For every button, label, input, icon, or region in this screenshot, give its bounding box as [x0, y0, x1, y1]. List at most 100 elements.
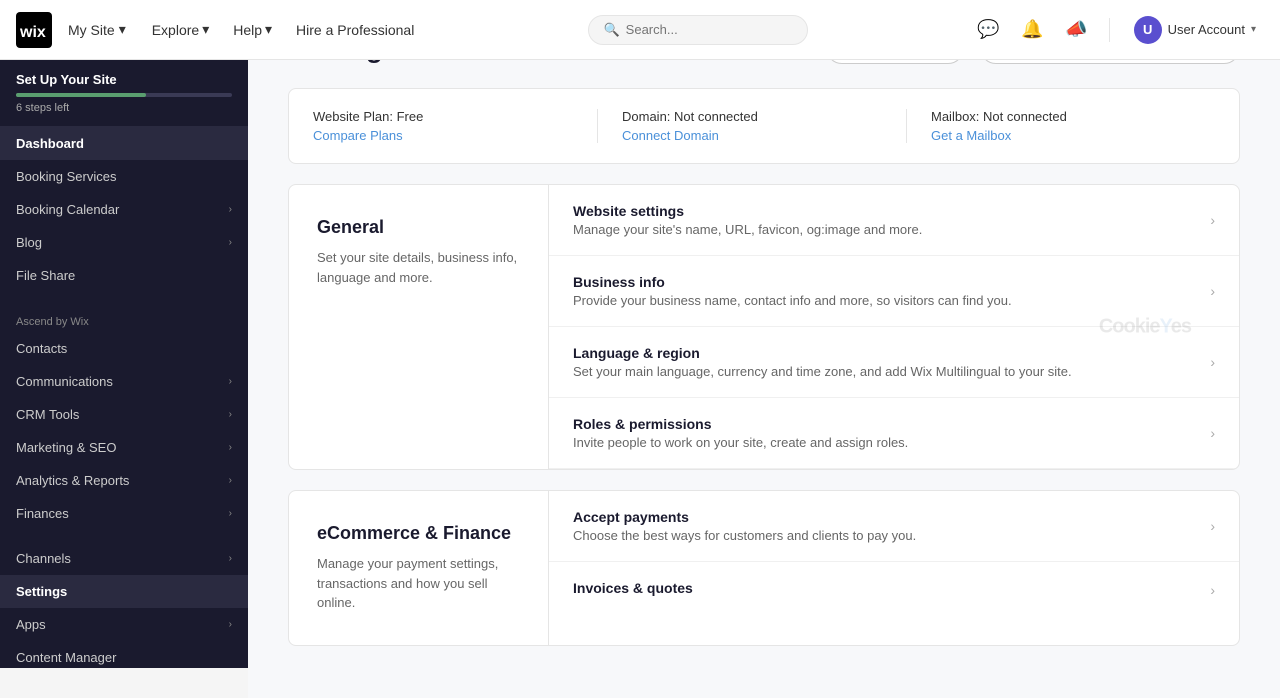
- global-search-input[interactable]: [626, 22, 794, 37]
- site-selector[interactable]: My Site ▾: [60, 17, 134, 42]
- avatar: U: [1134, 16, 1162, 44]
- sidebar-item-settings[interactable]: Settings: [0, 575, 248, 608]
- communications-chevron-icon: ›: [229, 376, 232, 387]
- booking-calendar-label: Booking Calendar: [16, 202, 119, 217]
- sidebar-item-crm-tools[interactable]: CRM Tools ›: [0, 398, 248, 431]
- sidebar-item-dashboard[interactable]: Dashboard: [0, 127, 248, 160]
- finances-label: Finances: [16, 506, 69, 521]
- business-info-chevron-icon: ›: [1210, 283, 1215, 299]
- crm-tools-label: CRM Tools: [16, 407, 79, 422]
- language-region-row[interactable]: Language & region Set your main language…: [549, 327, 1239, 398]
- sidebar-item-communications[interactable]: Communications ›: [0, 365, 248, 398]
- language-region-desc: Set your main language, currency and tim…: [573, 364, 1198, 379]
- general-section-right: Website settings Manage your site's name…: [549, 185, 1239, 469]
- blog-label: Blog: [16, 235, 42, 250]
- sidebar-item-content-manager[interactable]: Content Manager: [0, 641, 248, 668]
- setup-title: Set Up Your Site: [16, 72, 232, 87]
- booking-calendar-chevron-icon: ›: [229, 204, 232, 215]
- analytics-reports-label: Analytics & Reports: [16, 473, 129, 488]
- info-banner-mailbox: Mailbox: Not connected Get a Mailbox: [907, 109, 1215, 143]
- sidebar-item-analytics-reports[interactable]: Analytics & Reports ›: [0, 464, 248, 497]
- apps-label: Apps: [16, 617, 46, 632]
- contacts-label: Contacts: [16, 341, 67, 356]
- sidebar-item-marketing-seo[interactable]: Marketing & SEO ›: [0, 431, 248, 464]
- chat-icon-button[interactable]: 💬: [973, 14, 1005, 46]
- sidebar-item-booking-calendar[interactable]: Booking Calendar ›: [0, 193, 248, 226]
- website-settings-row[interactable]: Website settings Manage your site's name…: [549, 185, 1239, 256]
- sidebar-item-channels[interactable]: Channels ›: [0, 542, 248, 575]
- steps-left: 6 steps left: [16, 102, 232, 114]
- nav-hire[interactable]: Hire a Professional: [286, 16, 424, 44]
- finances-chevron-icon: ›: [229, 508, 232, 519]
- language-region-title: Language & region: [573, 345, 1198, 361]
- top-nav-items: Explore ▾ Help ▾ Hire a Professional: [142, 15, 425, 44]
- general-section: General Set your site details, business …: [288, 184, 1240, 470]
- progress-bar: [16, 93, 232, 97]
- compare-plans-link[interactable]: Compare Plans: [313, 128, 403, 143]
- topnav-divider: [1109, 18, 1110, 42]
- invoices-quotes-row[interactable]: Invoices & quotes ›: [549, 562, 1239, 617]
- sidebar: Set Up Your Site 6 steps left Dashboard …: [0, 60, 248, 668]
- announcements-icon-button[interactable]: 📣: [1061, 14, 1093, 46]
- roles-permissions-chevron-icon: ›: [1210, 425, 1215, 441]
- dashboard-label: Dashboard: [16, 136, 84, 151]
- content-manager-label: Content Manager: [16, 650, 116, 665]
- plan-label: Website Plan: Free: [313, 109, 573, 124]
- general-title: General: [317, 217, 520, 238]
- website-settings-desc: Manage your site's name, URL, favicon, o…: [573, 222, 1198, 237]
- sidebar-item-file-share[interactable]: File Share: [0, 259, 248, 292]
- info-banner-plan: Website Plan: Free Compare Plans: [313, 109, 598, 143]
- general-section-left: General Set your site details, business …: [289, 185, 549, 469]
- business-info-row[interactable]: Business info Provide your business name…: [549, 256, 1239, 327]
- notifications-icon-button[interactable]: 🔔: [1017, 14, 1049, 46]
- website-settings-title: Website settings: [573, 203, 1198, 219]
- explore-chevron-icon: ▾: [202, 21, 209, 38]
- marketing-seo-chevron-icon: ›: [229, 442, 232, 453]
- domain-label: Domain: Not connected: [622, 109, 882, 124]
- analytics-reports-chevron-icon: ›: [229, 475, 232, 486]
- nav-explore[interactable]: Explore ▾: [142, 15, 220, 44]
- nav-help[interactable]: Help ▾: [223, 15, 282, 44]
- sidebar-item-booking-services[interactable]: Booking Services: [0, 160, 248, 193]
- sidebar-item-apps[interactable]: Apps ›: [0, 608, 248, 641]
- global-search: 🔍: [424, 15, 972, 45]
- sidebar-item-finances[interactable]: Finances ›: [0, 497, 248, 530]
- sidebar-item-blog[interactable]: Blog ›: [0, 226, 248, 259]
- channels-chevron-icon: ›: [229, 553, 232, 564]
- top-navigation: wix My Site ▾ Explore ▾ Help ▾ Hire a Pr…: [0, 0, 1280, 60]
- general-description: Set your site details, business info, la…: [317, 248, 520, 287]
- business-info-desc: Provide your business name, contact info…: [573, 293, 1198, 308]
- ecommerce-description: Manage your payment settings, transactio…: [317, 554, 520, 613]
- search-icon: 🔍: [603, 22, 619, 38]
- ecommerce-section-left: eCommerce & Finance Manage your payment …: [289, 491, 549, 645]
- setup-section: Set Up Your Site 6 steps left: [0, 60, 248, 127]
- progress-fill: [16, 93, 146, 97]
- accept-payments-chevron-icon: ›: [1210, 518, 1215, 534]
- user-account-menu[interactable]: U User Account ▾: [1126, 12, 1264, 48]
- roles-permissions-desc: Invite people to work on your site, crea…: [573, 435, 1198, 450]
- communications-label: Communications: [16, 374, 113, 389]
- accept-payments-row[interactable]: Accept payments Choose the best ways for…: [549, 491, 1239, 562]
- invoices-quotes-title: Invoices & quotes: [573, 580, 1198, 596]
- file-share-label: File Share: [16, 268, 75, 283]
- get-mailbox-link[interactable]: Get a Mailbox: [931, 128, 1011, 143]
- help-chevron-icon: ▾: [265, 21, 272, 38]
- svg-text:wix: wix: [19, 24, 46, 41]
- main-content: Settings ✉ Send Feedback 🔍 Website Plan:…: [248, 0, 1280, 698]
- crm-tools-chevron-icon: ›: [229, 409, 232, 420]
- blog-chevron-icon: ›: [229, 237, 232, 248]
- connect-domain-link[interactable]: Connect Domain: [622, 128, 719, 143]
- channels-label: Channels: [16, 551, 71, 566]
- info-banner-domain: Domain: Not connected Connect Domain: [598, 109, 907, 143]
- site-chevron-icon: ▾: [119, 21, 126, 38]
- language-region-chevron-icon: ›: [1210, 354, 1215, 370]
- username-label: User Account: [1168, 22, 1245, 37]
- roles-permissions-row[interactable]: Roles & permissions Invite people to wor…: [549, 398, 1239, 469]
- global-search-box[interactable]: 🔍: [588, 15, 808, 45]
- accept-payments-title: Accept payments: [573, 509, 1198, 525]
- topnav-actions: 💬 🔔 📣 U User Account ▾: [973, 12, 1264, 48]
- invoices-quotes-chevron-icon: ›: [1210, 582, 1215, 598]
- ecommerce-title: eCommerce & Finance: [317, 523, 520, 544]
- wix-logo[interactable]: wix: [16, 12, 52, 48]
- sidebar-item-contacts[interactable]: Contacts: [0, 332, 248, 365]
